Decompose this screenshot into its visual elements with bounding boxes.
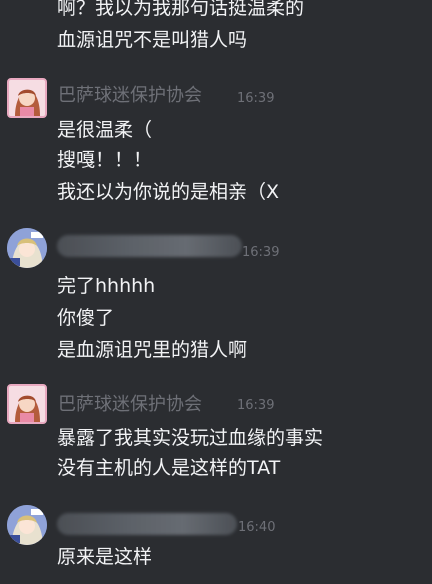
avatar-art (9, 80, 45, 116)
redacted-author-name (57, 235, 242, 257)
message-line: 原来是这样 (57, 546, 153, 568)
message-line: 你傻了 (57, 307, 115, 329)
message-line: 是很温柔（ (57, 119, 153, 141)
message-timestamp: 16:40 (238, 520, 276, 535)
message-line: 完了hhhhh (57, 275, 156, 297)
message-timestamp: 16:39 (237, 398, 275, 413)
author-name[interactable]: 巴萨球迷保护协会 (58, 85, 202, 107)
pink-anime-avatar[interactable] (7, 384, 47, 424)
blue-anime-avatar[interactable] (7, 228, 47, 268)
avatar-art (7, 228, 47, 268)
message-timestamp: 16:39 (237, 91, 275, 106)
message-line: 没有主机的人是这样的TAT (57, 457, 281, 479)
redacted-author-name (57, 513, 237, 535)
avatar-art (9, 386, 45, 422)
message-line: 我还以为你说的是相亲（X (57, 181, 280, 203)
blue-anime-avatar[interactable] (7, 505, 47, 545)
message-line: 搜嘎！！！ (57, 149, 153, 171)
message-line: 是血源诅咒里的猎人啊 (57, 339, 248, 361)
message-line: 暴露了我其实没玩过血缘的事实 (57, 427, 324, 449)
message-line: 啊？我以为我那句话挺温柔的 (57, 0, 305, 19)
author-name[interactable]: 巴萨球迷保护协会 (58, 394, 202, 416)
avatar-art (7, 505, 47, 545)
pink-anime-avatar[interactable] (7, 78, 47, 118)
message-line: 血源诅咒不是叫猎人吗 (57, 29, 248, 51)
message-timestamp: 16:39 (242, 245, 280, 260)
